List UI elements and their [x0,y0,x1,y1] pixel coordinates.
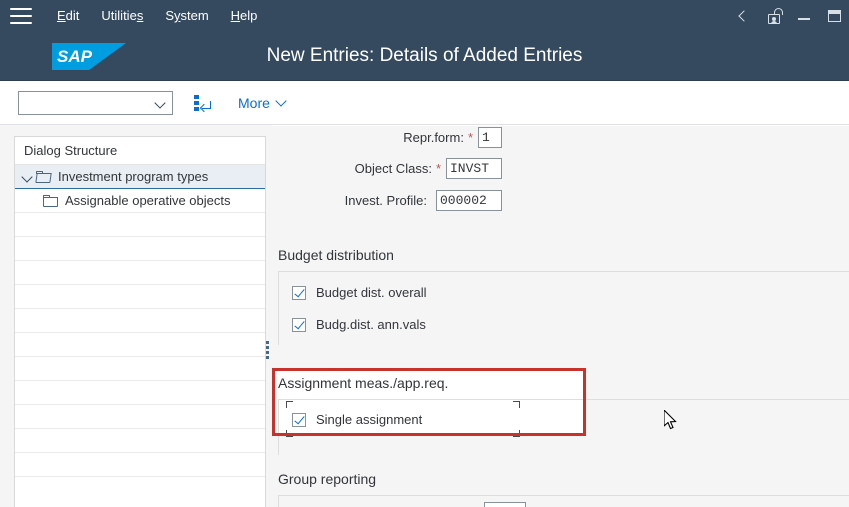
tree-row-empty [15,261,265,285]
menu-item-edit[interactable]: Edit [46,0,90,31]
checkbox-box[interactable] [292,285,306,300]
menu-item-utilities[interactable]: Utilities [90,0,154,31]
chevron-down-icon [154,96,166,109]
tree-row-empty [15,357,265,381]
maximize-icon[interactable] [819,0,849,31]
menu-item-system[interactable]: System [154,0,219,31]
checkbox-box[interactable] [292,412,306,427]
shell-header: SAP New Entries: Details of Added Entrie… [0,31,849,81]
chevron-down-icon [275,94,287,107]
groupbox-budget-distribution [278,271,849,345]
stack-return-icon[interactable] [190,90,216,116]
checkbox-budg-dist-ann-vals[interactable]: Budg.dist. ann.vals [292,317,426,332]
tree-item-assignable-operative-objects[interactable]: Assignable operative objects [15,189,265,213]
minimize-icon[interactable] [789,0,819,31]
sap-application-window: Edit Utilities System Help SAP New Entri… [0,0,849,507]
field-row-invest-profile: Invest. Profile: 000002 [272,190,502,211]
field-label-object-class: Object Class: [354,161,432,176]
chevron-down-icon[interactable] [21,170,34,183]
variant-combobox[interactable] [18,90,173,115]
details-form-panel: Repr.form: * 1 Object Class: * INVST Inv… [272,125,849,507]
menu-item-help[interactable]: Help [220,0,269,31]
window-controls [729,0,849,31]
dialog-structure-panel: Dialog Structure Investment program type… [14,136,266,507]
checkbox-budget-dist-overall[interactable]: Budget dist. overall [292,285,427,300]
checkbox-label: Single assignment [316,412,423,427]
tree-item-investment-program-types[interactable]: Investment program types [15,165,265,189]
dialog-structure-header: Dialog Structure [15,137,265,165]
tree-row-empty [15,309,265,333]
required-marker: * [435,161,441,176]
field-row-object-class: Object Class: * INVST [272,158,502,179]
field-row-repr-form: Repr.form: * 1 [272,127,502,148]
sap-logo[interactable]: SAP [52,43,126,70]
groupbox-group-reporting [278,495,849,507]
field-label-repr-form: Repr.form: [403,130,464,145]
tree-row-empty [15,381,265,405]
field-value-invest-profile[interactable]: 000002 [436,190,502,211]
section-title-budget-distribution: Budget distribution [278,247,394,263]
tree-item-label: Assignable operative objects [65,193,231,208]
hamburger-menu-icon[interactable] [10,7,32,24]
checkbox-label: Budget dist. overall [316,285,427,300]
more-button[interactable]: More [238,94,287,111]
tree-row-empty [15,429,265,453]
back-icon[interactable] [729,0,759,31]
svg-text:SAP: SAP [57,47,93,66]
tree-row-empty [15,237,265,261]
field-label-invest-profile: Invest. Profile: [344,193,427,208]
tree-row-empty [15,333,265,357]
tree-row-empty [15,213,265,237]
panel-splitter-handle[interactable] [264,136,272,507]
tree-row-empty [15,453,265,477]
content-area: Dialog Structure Investment program type… [0,125,849,507]
field-value-object-class[interactable]: INVST [446,158,502,179]
section-title-assignment-meas-app-req: Assignment meas./app.req. [278,375,449,391]
section-title-group-reporting: Group reporting [278,471,377,487]
toolbar: More [0,81,849,125]
lock-user-icon[interactable] [759,0,789,31]
field-value-group-reporting[interactable] [484,502,526,507]
tree-row-empty [15,285,265,309]
folder-icon [43,194,58,207]
checkbox-label: Budg.dist. ann.vals [316,317,426,332]
checkbox-box[interactable] [292,317,306,332]
groupbox-assignment-meas-app-req [278,399,849,455]
page-title: New Entries: Details of Added Entries [266,45,583,66]
menu-bar: Edit Utilities System Help [0,0,849,31]
checkbox-single-assignment[interactable]: Single assignment [292,412,422,427]
tree-row-empty [15,405,265,429]
required-marker: * [467,130,473,145]
open-folder-icon [35,170,52,183]
more-button-label: More [238,94,270,111]
tree-item-label: Investment program types [58,169,209,184]
field-value-repr-form[interactable]: 1 [478,127,502,148]
